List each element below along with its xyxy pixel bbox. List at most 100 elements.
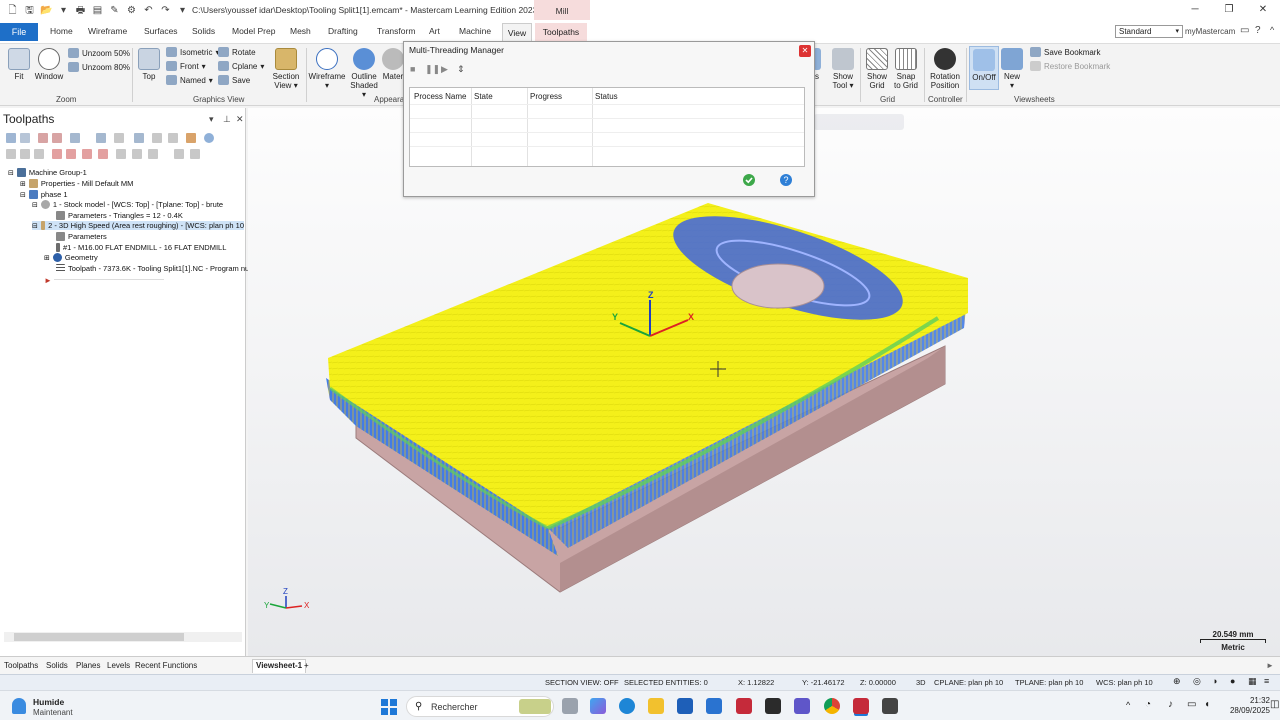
toggle-post-icon[interactable]	[34, 149, 44, 159]
simulate-icon[interactable]	[114, 133, 124, 143]
col-process-name[interactable]: Process Name	[414, 92, 466, 101]
tree-properties[interactable]: ⊞ Properties - Mill Default MM	[20, 179, 133, 188]
edit-icon[interactable]	[186, 133, 196, 143]
filter-icon[interactable]	[174, 149, 184, 159]
save-icon[interactable]: 🖫	[23, 4, 36, 17]
workspace-select[interactable]: Standard	[1115, 25, 1183, 38]
top-view-button[interactable]: Top	[138, 48, 160, 81]
cplane-status[interactable]: CPLANE: plan ph 10	[934, 678, 1003, 687]
tab-recent-functions[interactable]: Recent Functions	[135, 661, 197, 670]
tab-model-prep[interactable]: Model Prep	[232, 26, 275, 36]
move-up-icon[interactable]	[66, 149, 76, 159]
new-file-icon[interactable]: 🗋	[6, 4, 19, 17]
line-style-icon[interactable]: ≡	[1264, 676, 1269, 686]
edge-icon[interactable]	[619, 698, 635, 714]
post-icon[interactable]	[134, 133, 144, 143]
network-icon[interactable]: ◔	[1145, 699, 1151, 710]
dropdown-icon[interactable]: ▾	[57, 4, 70, 17]
mastercam-icon[interactable]	[736, 698, 752, 714]
play-icon[interactable]: ▶	[441, 64, 448, 75]
regenerate-dirty-icon[interactable]	[52, 133, 62, 143]
viewsheet-tab[interactable]: Viewsheet-1	[252, 659, 307, 673]
isometric-button[interactable]: Isometric ▾	[166, 47, 219, 57]
regenerate-icon[interactable]	[38, 133, 48, 143]
app-icon[interactable]	[765, 698, 781, 714]
new-viewsheet-button[interactable]: New ▾	[1000, 48, 1024, 90]
show-tool-button[interactable]: Show Tool ▾	[830, 48, 856, 90]
task-view-icon[interactable]	[562, 698, 578, 714]
tab-transform[interactable]: Transform	[377, 26, 415, 36]
globe-icon[interactable]: ⊕	[1173, 676, 1181, 687]
tplane-status[interactable]: TPLANE: plan ph 10	[1015, 678, 1083, 687]
named-button[interactable]: Named ▾	[166, 75, 213, 85]
tree-toolpath[interactable]: Toolpath - 7373.6K - Tooling Split1[1].N…	[56, 264, 249, 273]
restore-bookmark-button[interactable]: Restore Bookmark	[1030, 61, 1110, 71]
weather-label[interactable]: Humide	[33, 697, 64, 707]
snap-to-grid-button[interactable]: Snap to Grid	[892, 48, 920, 90]
move-down-icon[interactable]	[52, 149, 62, 159]
section-view-status[interactable]: SECTION VIEW: OFF	[545, 678, 619, 687]
tab-solids-panel[interactable]: Solids	[46, 661, 68, 670]
show-all-icon[interactable]	[148, 149, 158, 159]
tree-stock-params[interactable]: Parameters - Triangles = 12 - 0.4K	[56, 211, 183, 220]
ok-button[interactable]	[740, 173, 758, 187]
teams-icon[interactable]	[794, 698, 810, 714]
terminal-icon[interactable]	[882, 698, 898, 714]
close-icon[interactable]: ✕	[1246, 0, 1280, 20]
minimize-icon[interactable]: ─	[1178, 0, 1212, 20]
rotation-position-button[interactable]: Rotation Position	[928, 48, 962, 90]
start-button[interactable]	[381, 699, 397, 715]
settings-icon[interactable]: ⚙	[125, 4, 138, 17]
tray-overflow-icon[interactable]: ^	[1126, 700, 1130, 710]
col-state[interactable]: State	[474, 92, 493, 101]
tab-planes-panel[interactable]: Planes	[76, 661, 100, 670]
verify-icon[interactable]	[96, 133, 106, 143]
outlook-icon[interactable]	[706, 698, 722, 714]
unzoom-80-button[interactable]: Unzoom 80%	[68, 62, 130, 72]
tab-file[interactable]: File	[0, 23, 38, 41]
taskbar-clock[interactable]: 21:32 28/09/2025	[1226, 696, 1270, 716]
save-bookmark-button[interactable]: Save Bookmark	[1030, 47, 1100, 57]
tab-art[interactable]: Art	[429, 26, 440, 36]
shading-icon[interactable]: ◑	[1212, 676, 1217, 686]
dialog-help-button[interactable]: ?	[777, 173, 795, 187]
lock-icon[interactable]	[6, 149, 16, 159]
highfeed-icon[interactable]	[168, 133, 178, 143]
viewsheet-onoff-button[interactable]: On/Off	[969, 46, 999, 90]
tab-levels-panel[interactable]: Levels	[107, 661, 130, 670]
g-code-icon[interactable]	[152, 133, 162, 143]
help-icon[interactable]	[204, 133, 214, 143]
sphere-icon[interactable]: ◎	[1193, 676, 1201, 687]
volume-icon[interactable]: ◖	[1204, 699, 1210, 710]
tab-toolpaths[interactable]: Toolpaths	[535, 23, 587, 41]
tab-drafting[interactable]: Drafting	[328, 26, 358, 36]
insert-arrow-icon[interactable]	[82, 149, 92, 159]
mymastercam-link[interactable]: myMastercam	[1185, 27, 1235, 36]
stop-icon[interactable]: ■	[410, 64, 415, 74]
mastercam-active-icon[interactable]	[853, 698, 869, 714]
tab-wireframe[interactable]: Wireframe	[88, 26, 127, 36]
tab-solids[interactable]: Solids	[192, 26, 215, 36]
viewsheet-scroll-right-icon[interactable]: ►	[1266, 661, 1274, 670]
microphone-icon[interactable]: ♪	[1168, 699, 1173, 710]
toggle-display-icon[interactable]	[20, 149, 30, 159]
save-view-button[interactable]: Save	[218, 75, 250, 85]
select-all-icon[interactable]	[6, 133, 16, 143]
pin-icon[interactable]: ⊥	[223, 114, 231, 125]
customize-icon[interactable]: ▾	[176, 4, 189, 17]
chat-icon[interactable]: ▭	[1240, 25, 1249, 36]
fit-button[interactable]: Fit	[8, 48, 30, 81]
notifications-icon[interactable]: ◫	[1270, 699, 1279, 710]
panel-close-icon[interactable]: ✕	[236, 114, 244, 125]
options-icon[interactable]	[190, 149, 200, 159]
tree-tool[interactable]: #1 - M16.00 FLAT ENDMILL - 16 FLAT ENDMI…	[56, 243, 226, 252]
scrollbar-thumb[interactable]	[14, 633, 184, 641]
weather-icon[interactable]	[12, 698, 26, 714]
color-icon[interactable]: ●	[1230, 676, 1235, 686]
pattern-icon[interactable]: ▦	[1248, 676, 1257, 687]
tree-op-params[interactable]: Parameters	[56, 232, 107, 241]
mode-3d-toggle[interactable]: 3D	[916, 678, 926, 687]
print-icon[interactable]: 🖶	[74, 4, 87, 17]
add-viewsheet-button[interactable]: +	[304, 661, 309, 670]
tab-machine[interactable]: Machine	[459, 26, 491, 36]
